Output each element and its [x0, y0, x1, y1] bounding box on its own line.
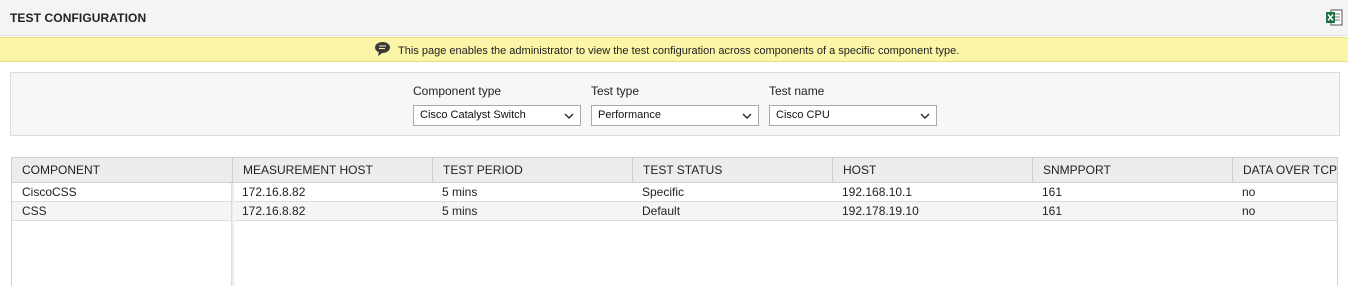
cell-test-period: 5 mins	[442, 204, 478, 218]
test-name-label: Test name	[769, 84, 825, 98]
cell-test-period: 5 mins	[442, 185, 478, 199]
chevron-down-icon	[920, 113, 930, 120]
column-header-test-status[interactable]: TEST STATUS	[632, 158, 832, 183]
test-type-label: Test type	[591, 84, 640, 98]
title-bar: TEST CONFIGURATION	[0, 0, 1348, 36]
column-header-snmpport[interactable]: SNMPPORT	[1032, 158, 1232, 183]
chevron-down-icon	[742, 113, 752, 120]
test-type-select[interactable]: Performance	[591, 105, 759, 126]
column-header-measurement-host[interactable]: MEASUREMENT HOST	[232, 158, 432, 183]
excel-export-button[interactable]	[1325, 9, 1343, 26]
component-type-label: Component type	[413, 84, 502, 98]
column-header-data-over-tcp[interactable]: DATA OVER TCP	[1232, 158, 1337, 183]
column-header-test-period[interactable]: TEST PERIOD	[432, 158, 632, 183]
cell-data-over-tcp: no	[1242, 204, 1256, 218]
test-type-filter: Test type	[591, 83, 639, 99]
speech-bubble-icon	[375, 42, 390, 56]
table-row[interactable]: CSS 172.16.8.82 5 mins Default 192.178.1…	[12, 202, 1337, 221]
cell-component: CiscoCSS	[22, 185, 77, 199]
component-type-select[interactable]: Cisco Catalyst Switch	[413, 105, 581, 126]
test-name-select[interactable]: Cisco CPU	[769, 105, 937, 126]
cell-test-status: Default	[642, 204, 681, 218]
cell-snmpport: 161	[1042, 185, 1063, 199]
filter-panel: Component type Cisco Catalyst Switch Tes…	[10, 72, 1340, 136]
component-type-filter: Component type	[413, 83, 501, 99]
test-name-value: Cisco CPU	[776, 109, 830, 121]
chevron-down-icon	[564, 113, 574, 120]
cell-host: 192.178.19.10	[842, 204, 919, 218]
info-message: This page enables the administrator to v…	[398, 45, 960, 57]
page-title: TEST CONFIGURATION	[10, 11, 147, 25]
column-header-component[interactable]: COMPONENT	[12, 158, 232, 183]
test-name-filter: Test name	[769, 83, 824, 99]
table-row[interactable]: CiscoCSS 172.16.8.82 5 mins Specific 192…	[12, 183, 1337, 202]
grid-header: COMPONENT MEASUREMENT HOST TEST PERIOD T…	[12, 158, 1337, 183]
info-bar: This page enables the administrator to v…	[0, 37, 1348, 62]
cell-measurement-host: 172.16.8.82	[242, 204, 306, 218]
cell-component: CSS	[22, 204, 47, 218]
cell-host: 192.168.10.1	[842, 185, 913, 199]
frozen-column-divider[interactable]	[231, 183, 235, 286]
cell-measurement-host: 172.16.8.82	[242, 185, 306, 199]
excel-export-icon	[1326, 9, 1343, 26]
cell-test-status: Specific	[642, 185, 685, 199]
cell-snmpport: 161	[1042, 204, 1063, 218]
test-config-grid: COMPONENT MEASUREMENT HOST TEST PERIOD T…	[11, 157, 1338, 286]
test-type-value: Performance	[598, 109, 661, 121]
component-type-value: Cisco Catalyst Switch	[420, 109, 526, 121]
cell-data-over-tcp: no	[1242, 185, 1256, 199]
column-header-host[interactable]: HOST	[832, 158, 1032, 183]
